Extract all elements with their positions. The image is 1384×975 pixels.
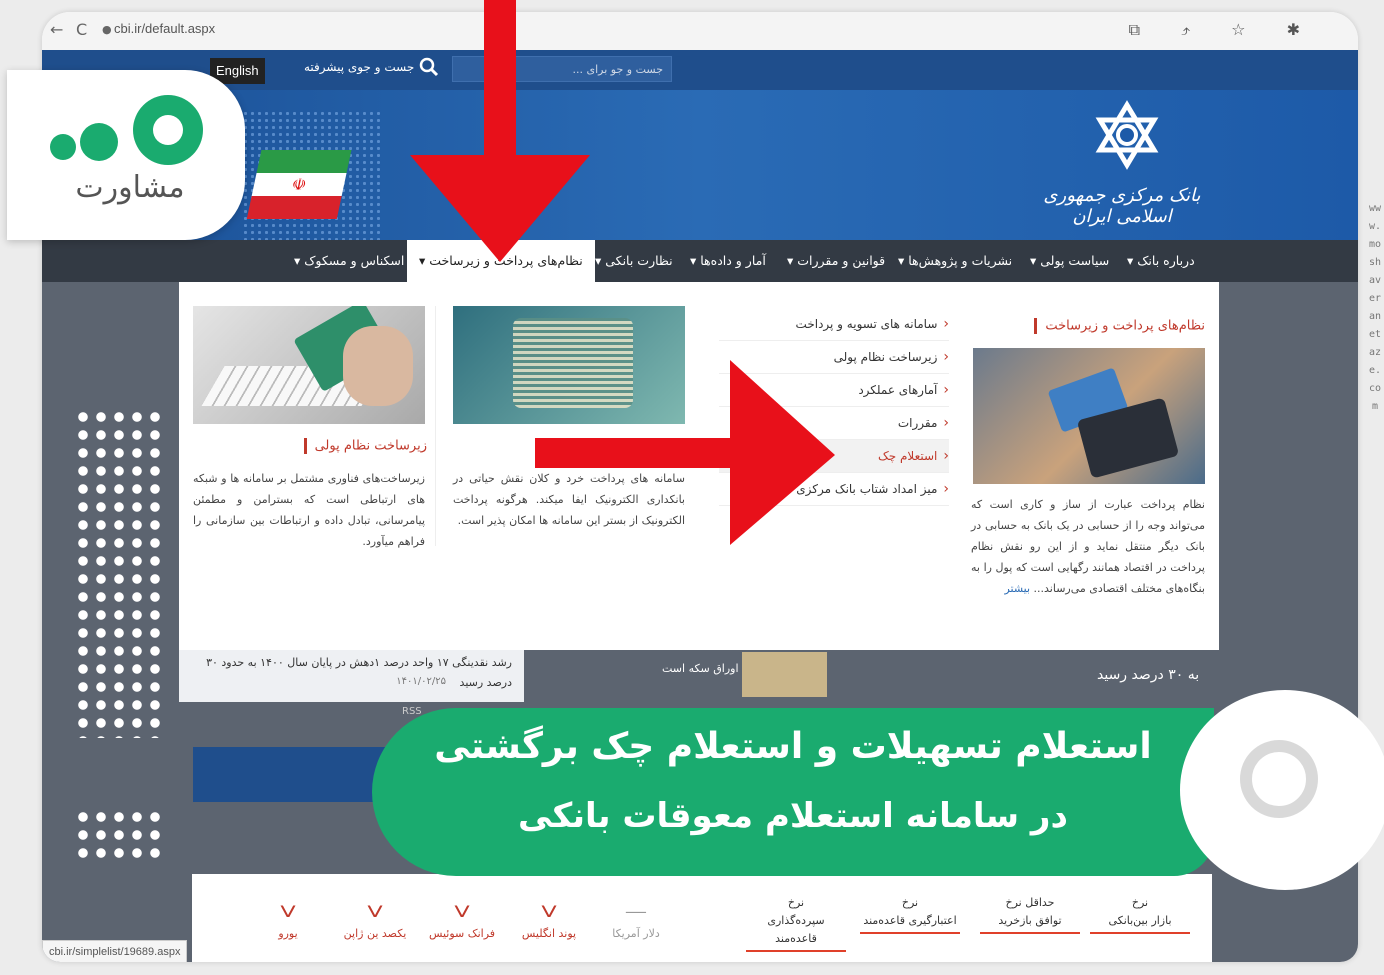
- right-arrow-icon: [535, 360, 835, 545]
- rate-lending[interactable]: نرخ اعتبارگیری قاعده‌مند: [860, 894, 960, 934]
- status-bar-url: cbi.ir/simplelist/19689.aspx: [42, 940, 188, 962]
- site-watermark: www.moshaveranetaze.com: [1368, 203, 1382, 412]
- submenu-settlement-systems[interactable]: ‹سامانه های تسویه و پرداخت: [719, 308, 949, 341]
- menu-statistics[interactable]: آمار و داده‌ها ▾: [690, 240, 766, 282]
- top-strip: English جست و جوی پیشرفته جست و جو برای …: [42, 50, 1358, 90]
- news-headline[interactable]: به ۳۰ درصد رسید: [1097, 667, 1199, 683]
- iran-flag-image: ☫: [246, 150, 352, 220]
- bank-name: بانک مرکزی جمهوری اسلامی ایران: [1043, 185, 1201, 227]
- currency-usd[interactable]: — دلار آمریکا: [596, 902, 676, 940]
- currency-eur[interactable]: V یورو: [248, 902, 328, 940]
- reload-icon[interactable]: C: [76, 20, 87, 39]
- card-payment-photo: [973, 348, 1205, 484]
- lock-icon: ●: [102, 23, 112, 36]
- title-banner: استعلام تسهیلات و استعلام چک برگشتی در س…: [372, 708, 1214, 876]
- card3-title[interactable]: زیرساخت نظام پولی: [304, 438, 427, 454]
- back-icon[interactable]: ←: [50, 20, 63, 39]
- menu-currency[interactable]: اسکناس و مسکوک ▾: [294, 240, 404, 282]
- currency-chf[interactable]: V فرانک سوئیس: [422, 902, 502, 940]
- decorative-dots: [74, 408, 166, 738]
- logo-text: مشاورت: [75, 170, 185, 205]
- rate-repo[interactable]: حداقل نرخ توافق بازخرید: [980, 894, 1080, 934]
- banner-line-1: استعلام تسهیلات و استعلام چک برگشتی: [434, 726, 1152, 767]
- rate-deposit[interactable]: نرخ سپرده‌گذاری قاعده‌مند: [746, 894, 846, 952]
- menu-about[interactable]: درباره بانک ▾: [1127, 240, 1195, 282]
- browser-toolbar: ← C ● cbi.ir/default.aspx ⧉ ⤴ ☆ ✱: [42, 12, 1358, 51]
- address-bar[interactable]: cbi.ir/default.aspx: [114, 21, 215, 36]
- decorative-dots: [74, 808, 166, 862]
- menu-monetary-policy[interactable]: سیاست پولی ▾: [1030, 240, 1109, 282]
- currency-gbp[interactable]: V پوند انگلیس: [509, 902, 589, 940]
- currency-jpy[interactable]: V یکصد ین ژاپن: [335, 902, 415, 940]
- down-arrow-icon: [410, 0, 590, 262]
- keyboard-card-photo: [193, 306, 425, 424]
- more-link[interactable]: بیشتر: [1004, 582, 1030, 595]
- news-thumbnail[interactable]: [742, 652, 827, 697]
- menu-laws[interactable]: قوانین و مقررات ▾: [787, 240, 885, 282]
- logo-mark-icon: [50, 95, 203, 165]
- banner-line-2: در سامانه استعلام معوقات بانکی: [518, 796, 1068, 836]
- rate-interbank[interactable]: نرخ بازار بین‌بانکی: [1090, 894, 1190, 934]
- moshaveran-logo-badge: مشاورت: [7, 70, 245, 240]
- panel-title: نظام‌های پرداخت و زیرساخت: [1034, 318, 1205, 334]
- menu-publications[interactable]: نشریات و پژوهش‌ها ▾: [898, 240, 1012, 282]
- advanced-search-link[interactable]: جست و جوی پیشرفته: [304, 60, 414, 74]
- bank-logo-icon[interactable]: [1092, 100, 1162, 170]
- panel-description: نظام پرداخت عبارت از ساز و کاری است که م…: [971, 498, 1205, 595]
- main-menu: درباره بانک ▾ سیاست پولی ▾ نشریات و پژوه…: [42, 240, 1358, 282]
- news-snippet[interactable]: اوراق سکه است: [662, 662, 739, 675]
- browser-extension-icons[interactable]: ⧉ ⤴ ☆ ✱: [1129, 20, 1318, 40]
- card3-description: زیرساخت‌های فناوری مشتمل بر سامانه ها و …: [193, 472, 425, 548]
- ring-icon: [1240, 740, 1318, 818]
- rates-box: نرخ بازار بین‌بانکی حداقل نرخ توافق بازخری…: [192, 874, 1212, 962]
- menu-supervision[interactable]: نظارت بانکی ▾: [595, 240, 673, 282]
